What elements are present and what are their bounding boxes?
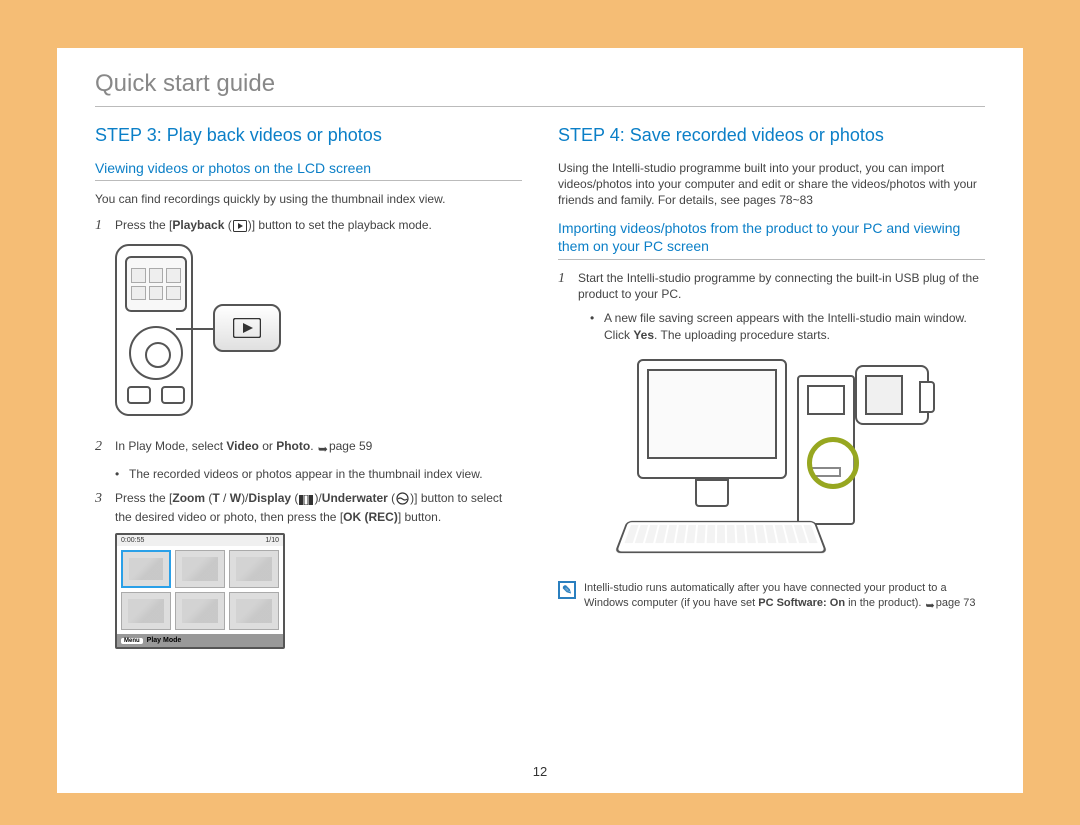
thumbnail xyxy=(229,592,279,630)
divider xyxy=(95,106,985,107)
bullet-text: A new file saving screen appears with th… xyxy=(604,310,985,342)
thumbnail-grid xyxy=(117,546,283,634)
device-button xyxy=(127,386,151,404)
thumbnail xyxy=(121,592,171,630)
item-text: In Play Mode, select Video or Photo. ➥pa… xyxy=(115,438,372,457)
divider xyxy=(558,259,985,260)
playback-icon xyxy=(233,220,247,236)
index-count: 1/10 xyxy=(265,537,279,544)
link-arrow-icon: ➥ xyxy=(926,599,935,614)
item-number: 2 xyxy=(95,438,107,457)
camcorder xyxy=(855,365,929,425)
step3-subheading: Viewing videos or photos on the LCD scre… xyxy=(95,160,522,176)
highlight-circle xyxy=(807,437,859,489)
thumbnail xyxy=(175,550,225,588)
playback-button-callout xyxy=(213,304,281,352)
thumbnail-footer: Menu Play Mode xyxy=(117,634,283,647)
link-arrow-icon: ➥ xyxy=(318,441,328,457)
callout-line xyxy=(176,328,214,330)
monitor xyxy=(637,359,787,479)
item-text: Start the Intelli-studio programme by co… xyxy=(578,270,985,302)
step4-item1: 1 Start the Intelli-studio programme by … xyxy=(558,270,985,302)
device-dpad xyxy=(129,326,183,380)
bullet-text: The recorded videos or photos appear in … xyxy=(129,466,483,482)
playback-icon xyxy=(233,318,261,338)
step3-item2-bullet: • The recorded videos or photos appear i… xyxy=(115,466,522,482)
step3-item2: 2 In Play Mode, select Video or Photo. ➥… xyxy=(95,438,522,457)
note-icon: ✎ xyxy=(558,581,576,599)
right-column: STEP 4: Save recorded videos or photos U… xyxy=(558,125,985,649)
device-screen xyxy=(125,256,187,312)
step4-subheading: Importing videos/photos from the product… xyxy=(558,219,985,255)
mode-label: Play Mode xyxy=(147,637,182,644)
step3-item1: 1 Press the [Playback ()] button to set … xyxy=(95,217,522,236)
divider xyxy=(95,180,522,181)
thumbnail-view-illustration: 0:00:55 1/10 Menu Play Mode xyxy=(115,533,285,649)
note-box: ✎ Intelli-studio runs automatically afte… xyxy=(558,581,985,614)
device-body xyxy=(115,244,193,416)
two-column-layout: STEP 3: Play back videos or photos Viewi… xyxy=(95,125,985,649)
page-title: Quick start guide xyxy=(95,70,985,98)
step3-item3: 3 Press the [Zoom (T / W)/Display ()/Und… xyxy=(95,490,522,525)
step4-heading: STEP 4: Save recorded videos or photos xyxy=(558,125,985,146)
underwater-icon xyxy=(396,492,409,509)
menu-label: Menu xyxy=(121,638,143,644)
pc-connection-illustration xyxy=(607,355,937,565)
item-number: 1 xyxy=(558,270,570,302)
device-illustration xyxy=(115,244,522,424)
item-text: Press the [Playback ()] button to set th… xyxy=(115,217,432,236)
manual-page: Quick start guide STEP 3: Play back vide… xyxy=(57,48,1023,793)
item-number: 1 xyxy=(95,217,107,236)
item-text: Press the [Zoom (T / W)/Display ()/Under… xyxy=(115,490,522,525)
bullet-icon: • xyxy=(115,466,123,482)
step4-item1-subbullet: • A new file saving screen appears with … xyxy=(590,310,985,342)
page-number: 12 xyxy=(57,764,1023,779)
thumbnail-selected xyxy=(121,550,171,588)
recording-time: 0:00:55 xyxy=(121,537,144,544)
thumbnail xyxy=(175,592,225,630)
display-icon xyxy=(299,493,313,509)
step3-intro: You can find recordings quickly by using… xyxy=(95,191,522,207)
item-number: 3 xyxy=(95,490,107,525)
bullet-icon: • xyxy=(590,310,598,342)
left-column: STEP 3: Play back videos or photos Viewi… xyxy=(95,125,522,649)
step4-intro: Using the Intelli-studio programme built… xyxy=(558,160,985,209)
thumbnail xyxy=(229,550,279,588)
camcorder-screen xyxy=(865,375,903,415)
keyboard xyxy=(614,521,827,553)
thumbnail-status-bar: 0:00:55 1/10 xyxy=(117,535,283,546)
step3-heading: STEP 3: Play back videos or photos xyxy=(95,125,522,146)
device-button xyxy=(161,386,185,404)
note-text: Intelli-studio runs automatically after … xyxy=(584,581,985,614)
monitor-stand xyxy=(695,479,729,507)
